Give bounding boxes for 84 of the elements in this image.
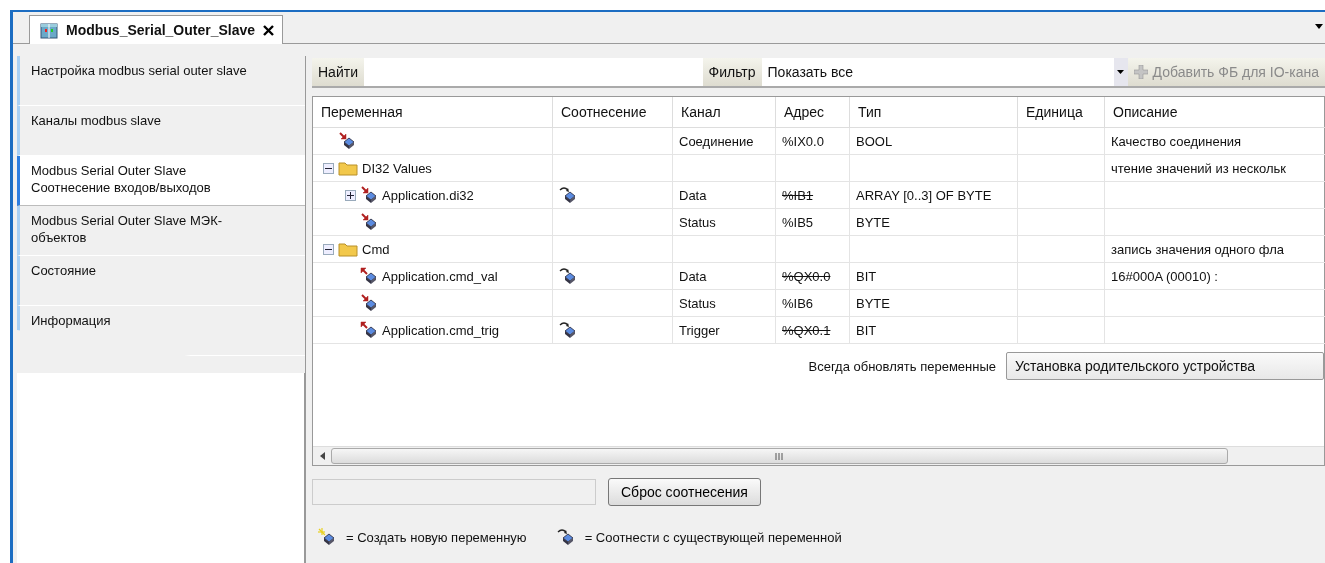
table-cell: %QX0.1 — [776, 317, 850, 344]
sidebar-item[interactable]: Modbus Serial Outer Slave МЭК-объектов — [17, 206, 305, 256]
variable-cell[interactable] — [313, 128, 553, 155]
column-header[interactable]: Соотнесение — [553, 97, 673, 128]
table-cell: Data — [673, 182, 776, 209]
table-cell: %QX0.0 — [776, 263, 850, 290]
legend-text: = Соотнести с существующей переменной — [584, 529, 842, 545]
mapping-icon — [556, 528, 575, 546]
expand-button[interactable] — [345, 189, 356, 201]
table-cell: запись значения одного фла — [1105, 236, 1325, 263]
table-cell: Соединение — [673, 128, 776, 155]
sidebar-item[interactable]: Modbus Serial Outer Slave Соотнесение входов/выходов — [17, 156, 305, 206]
table-cell: BOOL — [850, 128, 1018, 155]
folder-icon — [338, 160, 358, 176]
variable-cell[interactable]: Application.cmd_val — [313, 263, 553, 290]
sidebar-item[interactable]: Информация — [17, 306, 305, 356]
grip-icon — [775, 452, 784, 460]
column-header[interactable]: Единица — [1018, 97, 1105, 128]
variable-cell[interactable]: Cmd — [313, 236, 553, 263]
close-button[interactable] — [263, 24, 275, 36]
tab-menu-button[interactable] — [1315, 24, 1323, 29]
tab-title: Modbus_Serial_Outer_Slave — [66, 22, 256, 38]
filter-value: Показать все — [767, 64, 853, 80]
table-cell: Status — [673, 209, 776, 236]
variable-cell[interactable]: Application.di32 — [313, 182, 553, 209]
filter-dropdown[interactable]: Показать все — [761, 58, 1128, 86]
find-label: Найти — [312, 58, 364, 86]
caret-icon — [1315, 24, 1323, 29]
variable-name: Application.di32 — [382, 187, 474, 203]
sidebar-item[interactable]: Каналы modbus slave — [17, 106, 305, 156]
variable-cell[interactable] — [313, 209, 553, 236]
device-icon — [40, 21, 58, 39]
table-cell: чтение значений из нескольк — [1105, 155, 1325, 182]
plus-icon — [1133, 65, 1148, 79]
sidebar-item[interactable]: Состояние — [17, 256, 305, 306]
update-option-label: Всегда обновлять переменные — [808, 358, 996, 374]
mapping-icon — [559, 321, 577, 339]
table-cell: BIT — [850, 263, 1018, 290]
table-cell: 16#000A (00010) : — [1105, 263, 1325, 290]
column-header[interactable]: Адрес — [776, 97, 850, 128]
collapse-button[interactable] — [323, 243, 334, 255]
table-cell: Status — [673, 290, 776, 317]
variable-name: Application.cmd_trig — [382, 322, 500, 338]
mapping-icon — [559, 267, 577, 285]
variable-cell[interactable]: Application.cmd_trig — [313, 317, 553, 344]
new-variable-icon — [318, 528, 336, 546]
variable-cell[interactable] — [313, 290, 553, 317]
folder-name: Cmd — [362, 241, 390, 257]
reset-mapping-button[interactable]: Сброс соотнесения — [608, 478, 761, 506]
scroll-thumb[interactable] — [331, 448, 1228, 464]
column-header[interactable]: Переменная — [313, 97, 553, 128]
update-option-dropdown[interactable]: Установка родительского устройства — [1006, 352, 1324, 380]
variable-name: Application.cmd_val — [382, 268, 498, 284]
table-cell: Data — [673, 263, 776, 290]
editor-tab[interactable]: Modbus_Serial_Outer_Slave — [29, 15, 284, 44]
column-header[interactable]: Канал — [673, 97, 776, 128]
legend-text: = Создать новую переменную — [346, 529, 527, 545]
left-arrow-icon — [319, 452, 325, 460]
table-cell: %IX0.0 — [776, 128, 850, 155]
table-cell: Качество соединения — [1105, 128, 1325, 155]
table-cell: %IB5 — [776, 209, 850, 236]
table-cell: Trigger — [673, 317, 776, 344]
table-cell: BIT — [850, 317, 1018, 344]
column-header[interactable]: Описание — [1105, 97, 1325, 128]
variable-cell[interactable]: DI32 Values — [313, 155, 553, 182]
filter-label: Фильтр — [702, 58, 762, 86]
column-header[interactable]: Тип — [850, 97, 1018, 128]
dropdown-button[interactable] — [1113, 58, 1128, 86]
sidebar-item[interactable]: Настройка modbus serial outer slave — [17, 56, 305, 106]
folder-name: DI32 Values — [362, 160, 432, 176]
search-field[interactable] — [363, 58, 703, 86]
table-cell: BYTE — [850, 209, 1018, 236]
plus-icon — [347, 191, 354, 199]
table-cell: BYTE — [850, 290, 1018, 317]
collapse-button[interactable] — [323, 162, 334, 174]
folder-icon — [338, 241, 358, 257]
caret-icon — [1117, 70, 1125, 74]
table-cell: %IB1 — [776, 182, 850, 209]
input-field[interactable] — [312, 479, 596, 505]
mapping-icon — [559, 186, 577, 204]
horizontal-scrollbar[interactable] — [313, 446, 1324, 465]
table-cell: %IB6 — [776, 290, 850, 317]
table-cell: ARRAY [0..3] OF BYTE — [850, 182, 1018, 209]
close-icon — [263, 24, 275, 36]
